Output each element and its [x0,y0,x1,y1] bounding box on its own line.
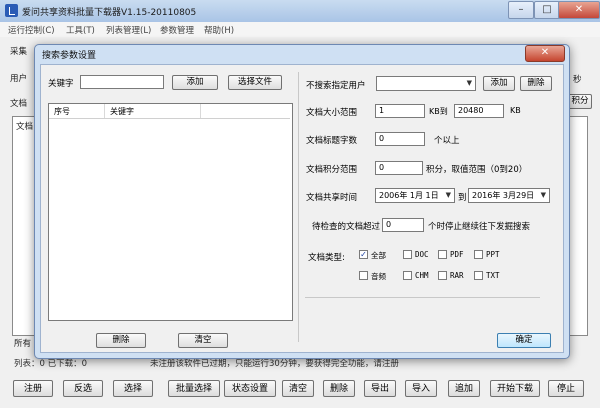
keyword-input[interactable] [80,75,164,89]
dropdown-arrow-icon: ▼ [540,191,546,199]
size-min-input[interactable]: 1 [375,104,425,118]
type-audio-checkbox[interactable] [359,271,368,280]
all-label: 所有 [14,339,32,349]
points-input[interactable]: 0 [375,161,423,175]
type-all-checkbox[interactable]: ✓ [359,250,368,259]
date-to-picker[interactable]: 2016年 3月29日 ▼ [468,188,550,203]
size-max-unit: KB [510,106,521,115]
register-button[interactable]: 注册 [13,380,53,397]
date-from-value: 2006年 1月 1日 [379,191,439,200]
type-chm-checkbox[interactable] [403,271,412,280]
choose-file-button[interactable]: 选择文件 [228,75,282,90]
user-label: 用户 [10,74,28,84]
app-icon [5,4,18,17]
dropdown-arrow-icon: ▼ [445,191,451,199]
share-time-label: 文档共享时间 [306,193,358,203]
stop-button[interactable]: 停止 [548,380,584,397]
maximize-button[interactable]: □ [534,1,560,19]
status-settings-button[interactable]: 状态设置 [224,380,276,397]
window-title: 爱问共享资料批量下载器V1.15-20110805 [22,8,197,18]
list-column-doc: 文档 [16,122,34,132]
size-max-input[interactable]: 20480 [454,104,504,118]
points-range-label: 文档积分范围 [306,165,358,175]
pane-divider [298,72,299,342]
type-chm-label: CHM [415,271,429,280]
keyword-clear-button[interactable]: 清空 [178,333,228,348]
invert-select-button[interactable]: 反选 [63,380,103,397]
type-doc-label: DOC [415,250,429,259]
menu-help[interactable]: 帮助(H) [204,24,234,36]
dialog-close-button[interactable]: ✕ [525,45,565,62]
size-range-label: 文档大小范围 [306,108,358,118]
import-button[interactable]: 导入 [405,380,437,397]
date-to-value: 2016年 3月29日 [472,191,535,200]
title-length-input[interactable]: 0 [375,132,425,146]
keyword-table[interactable] [48,103,293,321]
select-button[interactable]: 选择 [113,380,153,397]
type-rar-checkbox[interactable] [438,271,447,280]
options-separator [305,297,540,298]
col-index-header: 序号 [54,107,70,116]
date-from-picker[interactable]: 2006年 1月 1日 ▼ [375,188,455,203]
menu-list-management[interactable]: 列表管理(L) [106,24,151,36]
column-separator [104,104,105,118]
seconds-label: 秒 [573,75,582,85]
date-to-label: 到 [458,193,467,203]
exclude-user-label: 不搜索指定用户 [306,81,366,91]
stop-threshold-label: 待检查的文档超过 [312,222,381,232]
stop-threshold-suffix: 个时停止继续往下发掘搜索 [428,222,531,232]
exclude-user-select[interactable]: ▼ [376,76,476,91]
keyword-label: 关键字 [48,79,74,89]
keyword-table-header [49,104,290,119]
type-doc-checkbox[interactable] [403,250,412,259]
type-txt-label: TXT [486,271,500,280]
type-rar-label: RAR [450,271,464,280]
minimize-button[interactable]: – [508,1,534,19]
size-min-unit: KB到 [429,107,448,116]
dropdown-arrow-icon: ▼ [466,79,472,87]
points-button[interactable]: 积分 [568,94,592,109]
user-add-button[interactable]: 添加 [483,76,515,91]
close-button[interactable]: ✕ [558,1,600,19]
type-ppt-label: PPT [486,250,500,259]
export-button[interactable]: 导出 [364,380,396,397]
keyword-add-button[interactable]: 添加 [172,75,218,90]
type-audio-label: 音频 [371,272,386,281]
points-suffix: 积分，取值范围（0到20） [426,165,528,175]
menu-run-control[interactable]: 运行控制(C) [8,24,55,36]
delete-list-button[interactable]: 删除 [323,380,355,397]
user-delete-button[interactable]: 删除 [520,76,552,91]
batch-select-button[interactable]: 批量选择 [168,380,220,397]
clear-list-button[interactable]: 清空 [282,380,314,397]
ok-button[interactable]: 确定 [497,333,551,348]
keyword-delete-button[interactable]: 删除 [96,333,146,348]
menu-parameters[interactable]: 参数管理 [160,24,194,36]
stop-threshold-input[interactable]: 0 [382,218,424,232]
menu-tools[interactable]: 工具(T) [66,24,95,36]
collect-label: 采集 [10,47,28,57]
title-length-label: 文档标题字数 [306,136,358,146]
type-pdf-label: PDF [450,250,464,259]
col-keyword-header: 关键字 [110,107,134,116]
start-download-button[interactable]: 开始下载 [490,380,540,397]
type-txt-checkbox[interactable] [474,271,483,280]
type-all-label: 全部 [371,251,386,260]
type-ppt-checkbox[interactable] [474,250,483,259]
doc-type-label: 文档类型: [308,253,345,263]
dialog-title: 搜索参数设置 [42,51,97,61]
type-pdf-checkbox[interactable] [438,250,447,259]
doc-label: 文档 [10,99,28,109]
append-button[interactable]: 追加 [448,380,480,397]
title-length-suffix: 个以上 [434,136,460,146]
column-separator [200,104,201,118]
